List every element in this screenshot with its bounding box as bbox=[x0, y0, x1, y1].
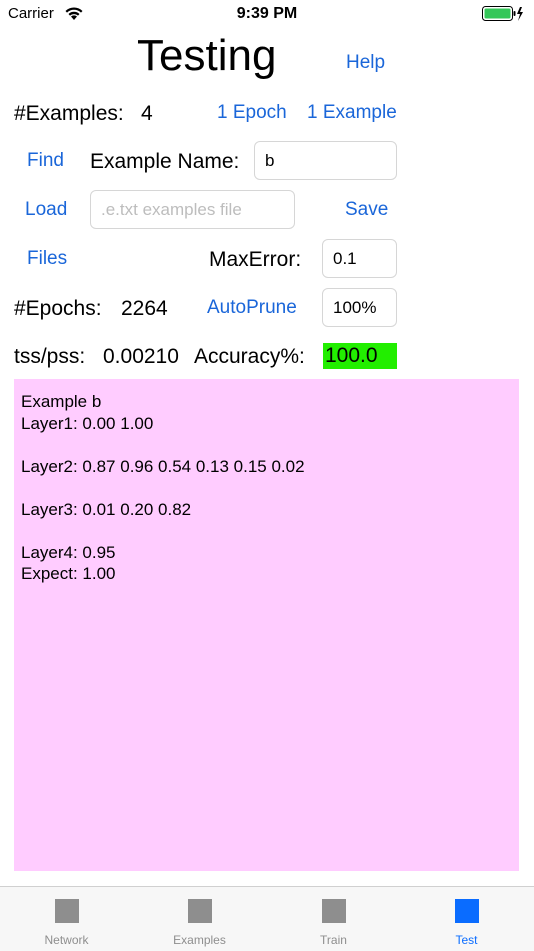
tab-bar: Network Examples Train Test bbox=[0, 886, 534, 951]
network-icon bbox=[54, 899, 79, 923]
battery-icon bbox=[482, 6, 524, 26]
autoprune-value: 100% bbox=[333, 297, 377, 317]
example-name-field[interactable]: b bbox=[254, 141, 397, 180]
accuracy-value-text: 100.0 bbox=[325, 344, 378, 367]
status-time: 9:39 PM bbox=[236, 5, 298, 22]
tab-examples[interactable]: Examples bbox=[133, 887, 266, 951]
tab-test[interactable]: Test bbox=[400, 887, 533, 951]
tss-label: tss/pss: bbox=[14, 345, 86, 368]
train-icon bbox=[321, 899, 346, 923]
find-button[interactable]: Find bbox=[27, 150, 64, 172]
accuracy-label: Accuracy%: bbox=[194, 345, 305, 368]
tab-test-label: Test bbox=[455, 933, 478, 947]
example-name-value: b bbox=[265, 150, 275, 170]
tab-network[interactable]: Network bbox=[0, 887, 133, 951]
test-icon bbox=[454, 899, 479, 923]
status-bar: Carrier 9:39 PM bbox=[0, 0, 534, 28]
examples-label: #Examples: bbox=[14, 102, 124, 125]
tab-train[interactable]: Train bbox=[267, 887, 400, 951]
epochs-value: 2264 bbox=[121, 297, 168, 320]
epochs-label: #Epochs: bbox=[14, 297, 102, 320]
help-button[interactable]: Help bbox=[346, 52, 385, 74]
tab-examples-label: Examples bbox=[173, 933, 226, 947]
example-name-label: Example Name: bbox=[90, 150, 240, 173]
maxerror-label: MaxError: bbox=[209, 248, 302, 271]
one-example-button[interactable]: 1 Example bbox=[307, 102, 397, 124]
examples-file-placeholder: .e.txt examples file bbox=[101, 199, 242, 219]
examples-file-field[interactable]: .e.txt examples file bbox=[90, 190, 295, 229]
examples-icon bbox=[187, 899, 212, 923]
load-button[interactable]: Load bbox=[25, 199, 67, 221]
save-button[interactable]: Save bbox=[345, 199, 388, 221]
maxerror-value: 0.1 bbox=[333, 248, 357, 268]
accuracy-value: 100.0 bbox=[323, 343, 397, 369]
tss-value: 0.00210 bbox=[103, 345, 179, 368]
autoprune-field[interactable]: 100% bbox=[322, 288, 397, 327]
files-button[interactable]: Files bbox=[27, 248, 67, 270]
output-text-area[interactable]: Example b Layer1: 0.00 1.00 Layer2: 0.87… bbox=[14, 379, 519, 871]
maxerror-field[interactable]: 0.1 bbox=[322, 239, 397, 278]
autoprune-button[interactable]: AutoPrune bbox=[207, 297, 297, 319]
tab-network-label: Network bbox=[44, 933, 89, 947]
one-epoch-button[interactable]: 1 Epoch bbox=[217, 102, 287, 124]
tab-train-label: Train bbox=[320, 933, 347, 947]
examples-count: 4 bbox=[141, 102, 153, 125]
page-title: Testing bbox=[137, 31, 277, 80]
